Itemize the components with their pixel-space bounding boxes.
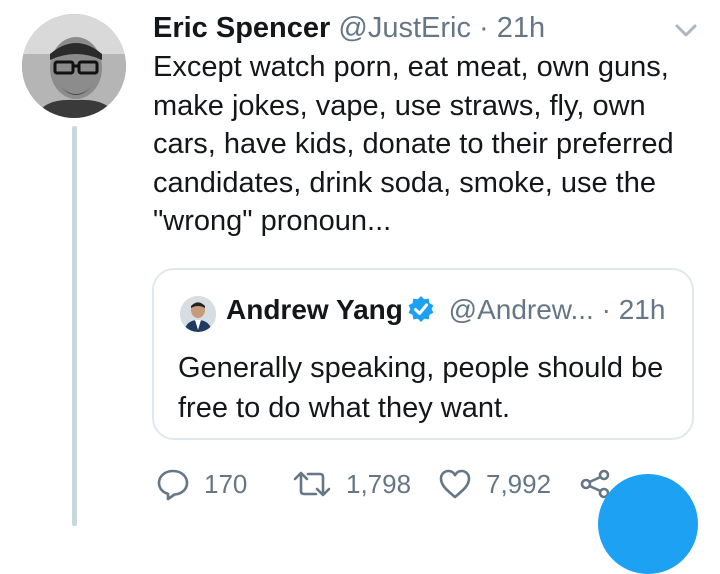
chevron-down-icon[interactable] [672, 18, 700, 42]
tweet-text: Except watch porn, eat meat, own guns, m… [153, 48, 713, 241]
quoted-text-line: Generally speaking, people should be [178, 352, 664, 384]
reply-count: 170 [204, 468, 248, 499]
quoted-tweet-text: Generally speaking, people should be fre… [178, 348, 678, 428]
tweet-text-line: Except watch porn, eat meat, own guns, [153, 51, 669, 83]
quoted-text-line: free to do what they want. [178, 392, 511, 424]
author-avatar[interactable] [22, 14, 126, 118]
author-handle[interactable]: @JustEric [338, 12, 471, 44]
tweet-text-line: "wrong" pronoun... [153, 205, 392, 237]
quoted-author-name: Andrew Yang [226, 294, 403, 325]
tweet-text-line: make jokes, vape, use straws, fly, own [153, 89, 646, 122]
compose-fab-button[interactable] [598, 474, 698, 574]
verified-badge-icon [407, 295, 435, 323]
separator-dot: · [479, 12, 489, 44]
quoted-tweet-header: Andrew Yang @Andrew... · 21h [226, 292, 665, 328]
quoted-author-avatar [180, 296, 216, 332]
quoted-tweet-card[interactable]: Andrew Yang @Andrew... · 21h Generally s… [152, 268, 694, 440]
heart-icon [439, 469, 471, 499]
tweet-text-line: cars, have kids, donate to their preferr… [153, 128, 674, 160]
retweet-count: 1,798 [346, 468, 412, 499]
tweet-timestamp[interactable]: 21h [497, 12, 545, 44]
quoted-author-handle: @Andrew... [448, 294, 594, 325]
author-name[interactable]: Eric Spencer [153, 12, 330, 44]
retweet-button[interactable]: 1,798 [292, 464, 411, 504]
reply-icon [157, 469, 189, 501]
separator-dot: · [601, 294, 611, 325]
reply-button[interactable]: 170 [156, 464, 247, 504]
retweet-icon [293, 471, 331, 497]
quoted-tweet-timestamp: 21h [618, 294, 666, 325]
tweet-text-line: candidates, drink soda, smoke, use the [153, 166, 656, 199]
tweet-header: Eric Spencer @JustEric · 21h [153, 10, 545, 46]
like-button[interactable]: 7,992 [438, 464, 551, 504]
like-count: 7,992 [486, 468, 552, 499]
